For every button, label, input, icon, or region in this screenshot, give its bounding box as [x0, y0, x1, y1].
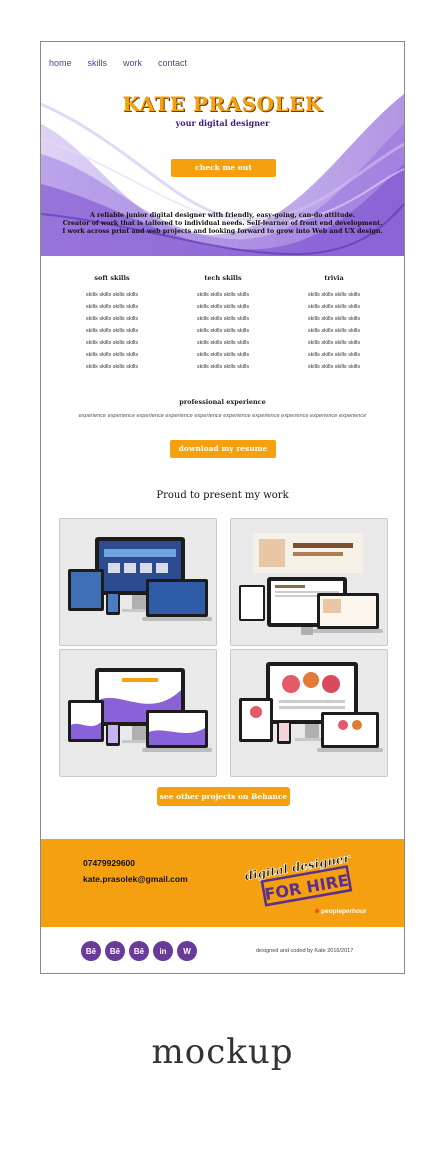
skill-row: skills skills skills skills	[196, 352, 250, 358]
skill-row: skills skills skills skills	[196, 316, 250, 322]
top-nav: home skills work contact	[41, 42, 404, 84]
nav-work[interactable]: work	[123, 58, 142, 68]
device-mockup-image	[239, 662, 383, 752]
skills-column-title: trivia	[324, 274, 344, 282]
mockup-caption: mockup	[151, 1032, 294, 1072]
device-mockup-image	[68, 668, 212, 752]
portfolio-tile[interactable]	[59, 649, 217, 777]
hero-intro-line: I work across print and web projects and…	[62, 228, 383, 235]
skill-row: skills skills skills skills	[85, 292, 139, 298]
skill-row: skills skills skills skills	[307, 304, 361, 310]
skill-row: skills skills skills skills	[307, 328, 361, 334]
skill-row: skills skills skills skills	[307, 364, 361, 370]
portfolio-tile[interactable]	[230, 518, 388, 646]
email-address[interactable]: kate.prasolek@gmail.com	[83, 874, 188, 884]
skills-column-title: tech skills	[204, 274, 242, 282]
skill-row: skills skills skills skills	[85, 364, 139, 370]
hero-intro-line: Creator of work that is tailored to indi…	[62, 220, 383, 227]
nav-skills[interactable]: skills	[88, 58, 108, 68]
skill-row: skills skills skills skills	[307, 340, 361, 346]
check-me-out-button[interactable]: check me out	[171, 159, 276, 177]
social-links: Bē Bē Bē in W	[81, 941, 197, 961]
skills-column-trivia: trivia skills skills skills skills skill…	[279, 274, 389, 373]
work-title: Proud to present my work	[156, 490, 289, 501]
skill-row: skills skills skills skills	[85, 316, 139, 322]
skills-column-tech: tech skills skills skills skills skills …	[168, 274, 278, 373]
wordpress-icon[interactable]: W	[177, 941, 197, 961]
linkedin-icon[interactable]: in	[153, 941, 173, 961]
experience-title: professional experience	[179, 398, 266, 406]
phone-number[interactable]: 07479929600	[83, 858, 135, 868]
hero-section: KATE PRASOLEK your digital designer chec…	[41, 84, 404, 256]
behance-projects-button[interactable]: see other projects on Behance	[157, 787, 290, 806]
behance-icon[interactable]: Bē	[81, 941, 101, 961]
credit-text: designed and coded by Kate 2016/2017	[256, 948, 354, 954]
experience-text: experience experience experience experie…	[78, 413, 367, 419]
nav-contact[interactable]: contact	[158, 58, 187, 68]
skill-row: skills skills skills skills	[196, 364, 250, 370]
skill-row: skills skills skills skills	[307, 352, 361, 358]
behance-icon[interactable]: Bē	[105, 941, 125, 961]
skill-row: skills skills skills skills	[85, 328, 139, 334]
skill-row: skills skills skills skills	[307, 292, 361, 298]
download-resume-button[interactable]: download my resume	[170, 440, 276, 458]
portfolio-tile[interactable]	[230, 649, 388, 777]
skill-row: skills skills skills skills	[196, 328, 250, 334]
hero-intro-line: A reliable junior digital designer with …	[89, 212, 356, 219]
website-mockup: home skills work contact KATE PRASOLEK y…	[40, 41, 405, 974]
footer-bottom: Bē Bē Bē in W designed and coded by Kate…	[41, 927, 404, 973]
hero-subtitle: your digital designer	[175, 118, 270, 128]
portfolio-tile[interactable]	[59, 518, 217, 646]
behance-icon[interactable]: Bē	[129, 941, 149, 961]
skill-row: skills skills skills skills	[85, 340, 139, 346]
skill-row: skills skills skills skills	[307, 316, 361, 322]
device-mockup-image	[68, 537, 212, 621]
peopleperhour-logo: peopleperhour	[321, 908, 367, 915]
skill-row: skills skills skills skills	[196, 340, 250, 346]
hero-intro: A reliable junior digital designer with …	[41, 212, 404, 236]
skill-row: skills skills skills skills	[196, 292, 250, 298]
contact-footer: 07479929600 kate.prasolek@gmail.com digi…	[41, 839, 404, 927]
skills-section: soft skills skills skills skills skills …	[41, 274, 404, 384]
skill-row: skills skills skills skills	[196, 304, 250, 310]
nav-home[interactable]: home	[49, 58, 72, 68]
device-mockup-image	[239, 533, 383, 635]
skills-column-title: soft skills	[94, 274, 130, 282]
for-hire-stamp[interactable]: digital designer FOR HIRE peopleperhour	[241, 851, 381, 916]
skill-row: skills skills skills skills	[85, 304, 139, 310]
hero-name: KATE PRASOLEK	[122, 92, 323, 116]
skill-row: skills skills skills skills	[85, 352, 139, 358]
skills-column-soft: soft skills skills skills skills skills …	[57, 274, 167, 373]
